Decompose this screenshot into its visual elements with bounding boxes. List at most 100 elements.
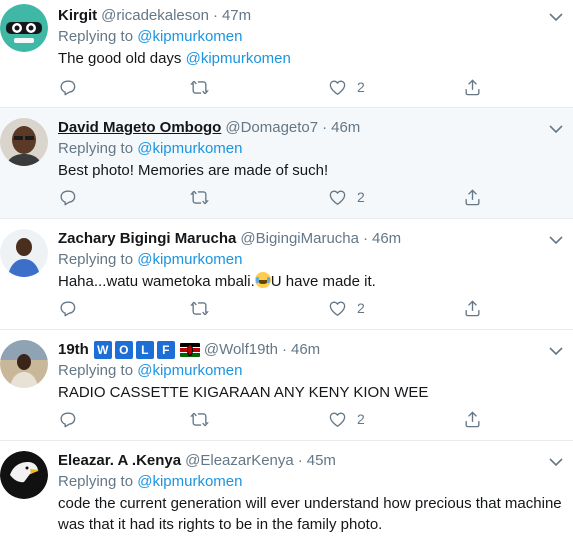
user-handle[interactable]: @ricadekaleson bbox=[101, 6, 209, 26]
like-button[interactable]: 2 bbox=[328, 408, 365, 430]
chevron-down-icon[interactable] bbox=[549, 346, 563, 356]
share-icon bbox=[465, 410, 480, 427]
replying-to-mention[interactable]: @kipmurkomen bbox=[137, 251, 242, 268]
replying-to-label: Replying to bbox=[58, 28, 138, 45]
name-badge: F bbox=[156, 341, 175, 359]
retweet-button[interactable] bbox=[190, 76, 209, 98]
display-name[interactable]: Zachary Bigingi Marucha bbox=[58, 229, 236, 249]
reply-feed: Kirgit @ricadekaleson · 47m Replying to … bbox=[0, 0, 573, 538]
replying-to-label: Replying to bbox=[58, 140, 138, 157]
tweet-item[interactable]: David Mageto Ombogo @Domageto7 · 46m Rep… bbox=[0, 108, 573, 219]
timestamp[interactable]: 47m bbox=[222, 6, 251, 26]
reply-button[interactable] bbox=[58, 408, 77, 430]
avatar[interactable] bbox=[0, 340, 48, 388]
like-button[interactable]: 2 bbox=[328, 297, 365, 319]
tweet-text: Haha...watu wametoka mbali. U have made i… bbox=[58, 271, 543, 292]
display-name[interactable]: Kirgit bbox=[58, 6, 97, 26]
replying-to-label: Replying to bbox=[58, 362, 138, 379]
chevron-down-icon[interactable] bbox=[549, 457, 563, 467]
replying-to-label: Replying to bbox=[58, 251, 138, 268]
reply-icon bbox=[60, 411, 76, 427]
share-icon bbox=[465, 299, 480, 316]
timestamp[interactable]: 45m bbox=[307, 451, 336, 471]
reply-button[interactable] bbox=[58, 297, 77, 319]
name-badge: O bbox=[114, 341, 133, 359]
retweet-icon bbox=[190, 412, 209, 426]
retweet-button[interactable] bbox=[190, 408, 209, 430]
tweet-text-body: Haha...watu wametoka mbali. bbox=[58, 273, 255, 290]
user-handle[interactable]: @Domageto7 bbox=[225, 118, 318, 138]
tweet-text: The good old days @kipmurkomen bbox=[58, 48, 543, 69]
user-handle[interactable]: @EleazarKenya bbox=[185, 451, 294, 471]
name-badge: W bbox=[93, 341, 112, 359]
separator: · bbox=[212, 7, 218, 24]
timestamp[interactable]: 46m bbox=[331, 118, 360, 138]
like-button[interactable]: 2 bbox=[328, 186, 365, 208]
like-count: 2 bbox=[357, 79, 365, 95]
tweet-text-body: The good old days bbox=[58, 50, 186, 67]
like-icon bbox=[329, 300, 346, 316]
share-button[interactable] bbox=[463, 186, 482, 208]
tweet-mention[interactable]: @kipmurkomen bbox=[186, 50, 291, 67]
separator: · bbox=[322, 119, 328, 136]
user-handle[interactable]: @Wolf19th bbox=[204, 340, 278, 360]
tweet-text: code the current generation will ever un… bbox=[58, 495, 562, 533]
tweet-text-tail: U have made it. bbox=[270, 273, 376, 290]
retweet-icon bbox=[190, 301, 209, 315]
display-name[interactable]: Eleazar. A .Kenya bbox=[58, 451, 181, 471]
chevron-down-icon[interactable] bbox=[549, 235, 563, 245]
like-count: 2 bbox=[357, 189, 365, 205]
user-handle[interactable]: @BigingiMarucha bbox=[240, 229, 359, 249]
chevron-down-icon[interactable] bbox=[549, 12, 563, 22]
share-button[interactable] bbox=[463, 76, 482, 98]
retweet-icon bbox=[190, 190, 209, 204]
replying-to-mention[interactable]: @kipmurkomen bbox=[137, 362, 242, 379]
tweet-item[interactable]: Eleazar. A .Kenya @EleazarKenya · 45m Re… bbox=[0, 441, 573, 538]
tweet-actions: 2 bbox=[58, 408, 488, 430]
chevron-down-icon[interactable] bbox=[549, 124, 563, 134]
replying-to: Replying to @kipmurkomen bbox=[58, 27, 543, 47]
timestamp[interactable]: 46m bbox=[372, 229, 401, 249]
share-icon bbox=[465, 188, 480, 205]
avatar[interactable] bbox=[0, 451, 48, 499]
avatar[interactable] bbox=[0, 229, 48, 277]
tweet-item[interactable]: Zachary Bigingi Marucha @BigingiMarucha … bbox=[0, 219, 573, 330]
laughing-emoji-icon bbox=[254, 272, 271, 288]
tweet-text: RADIO CASSETTE KIGARAAN ANY KENY KION WE… bbox=[58, 384, 429, 401]
replying-to: Replying to @kipmurkomen bbox=[58, 361, 543, 381]
replying-to: Replying to @kipmurkomen bbox=[58, 250, 543, 270]
retweet-button[interactable] bbox=[190, 186, 209, 208]
share-button[interactable] bbox=[463, 297, 482, 319]
tweet-actions: 2 bbox=[58, 297, 488, 319]
like-icon bbox=[329, 411, 346, 427]
reply-button[interactable] bbox=[58, 186, 77, 208]
like-icon bbox=[329, 79, 346, 95]
replying-to-mention[interactable]: @kipmurkomen bbox=[137, 473, 242, 490]
tweet-item[interactable]: 19th W O L F @Wolf19th · 46m Replying to… bbox=[0, 330, 573, 441]
display-name[interactable]: David Mageto Ombogo bbox=[58, 118, 221, 138]
display-name[interactable]: 19th bbox=[58, 340, 89, 360]
tweet-text: Best photo! Memories are made of such! bbox=[58, 162, 329, 179]
kenya-flag-icon bbox=[179, 343, 200, 357]
avatar[interactable] bbox=[0, 118, 48, 166]
replying-to: Replying to @kipmurkomen bbox=[58, 472, 565, 492]
replying-to: Replying to @kipmurkomen bbox=[58, 139, 543, 159]
tweet-item[interactable]: Kirgit @ricadekaleson · 47m Replying to … bbox=[0, 0, 573, 108]
like-icon bbox=[329, 189, 346, 205]
like-count: 2 bbox=[357, 411, 365, 427]
reply-icon bbox=[60, 79, 76, 95]
avatar[interactable] bbox=[0, 4, 48, 52]
timestamp[interactable]: 46m bbox=[291, 340, 320, 360]
like-button[interactable]: 2 bbox=[328, 76, 365, 98]
replying-to-mention[interactable]: @kipmurkomen bbox=[137, 140, 242, 157]
share-button[interactable] bbox=[463, 408, 482, 430]
tweet-actions: 2 bbox=[58, 186, 488, 208]
replying-to-mention[interactable]: @kipmurkomen bbox=[137, 28, 242, 45]
replying-to-label: Replying to bbox=[58, 473, 138, 490]
share-icon bbox=[465, 78, 480, 95]
retweet-button[interactable] bbox=[190, 297, 209, 319]
reply-icon bbox=[60, 189, 76, 205]
separator: · bbox=[297, 452, 303, 469]
reply-button[interactable] bbox=[58, 76, 77, 98]
like-count: 2 bbox=[357, 300, 365, 316]
